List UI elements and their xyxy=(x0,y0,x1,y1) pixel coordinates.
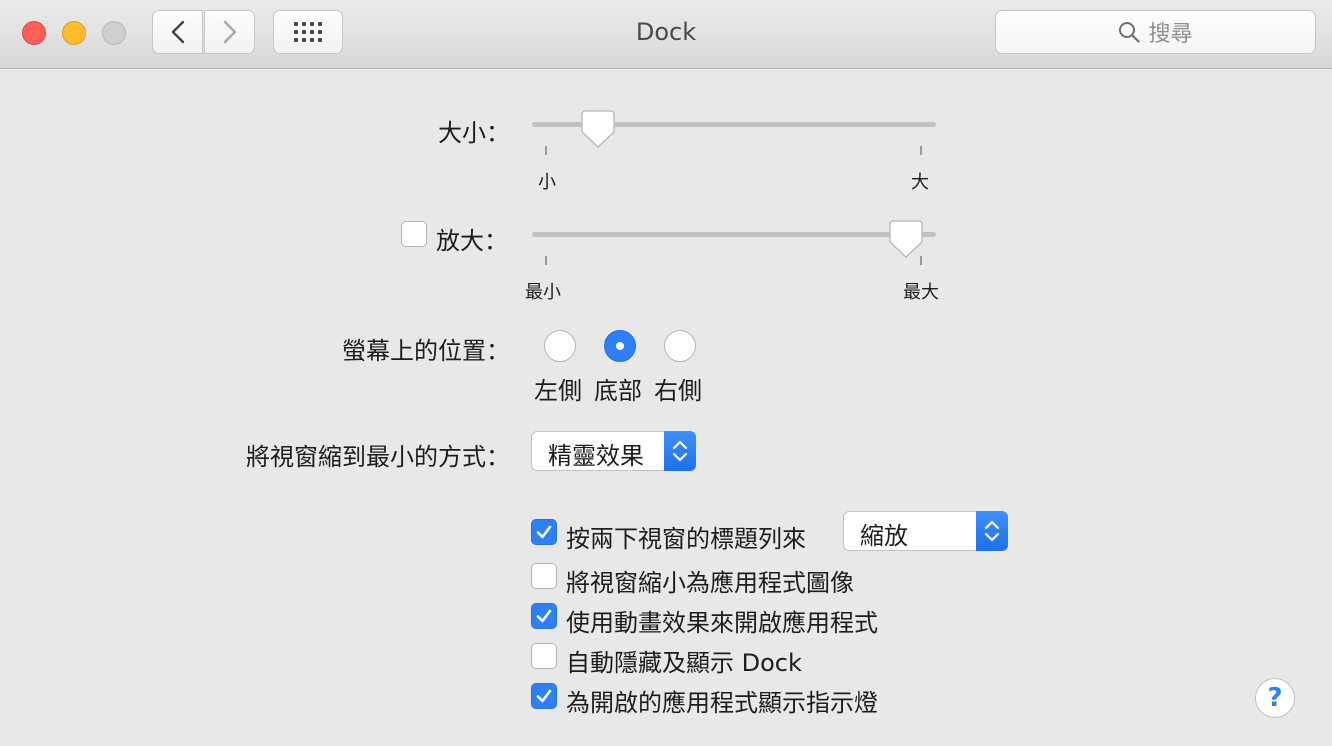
position-bottom-label: 底部 xyxy=(594,377,642,405)
search-field[interactable]: 搜尋 xyxy=(995,10,1316,54)
minimize-effect-value: 精靈效果 xyxy=(548,442,644,470)
popup-stepper-icon xyxy=(664,431,696,471)
autohide-dock-label: 自動隱藏及顯示 Dock xyxy=(566,649,802,677)
magnification-checkbox[interactable] xyxy=(401,221,427,247)
size-label: 大小： xyxy=(438,119,510,147)
popup-stepper-icon xyxy=(976,511,1008,551)
size-min-tick xyxy=(545,146,547,155)
autohide-dock-checkbox[interactable] xyxy=(531,643,557,669)
position-bottom-radio[interactable] xyxy=(604,330,636,362)
minimize-effect-label: 將視窗縮到最小的方式： xyxy=(246,443,510,471)
magnification-label: 放大： xyxy=(436,227,508,255)
minimize-into-app-icon-checkbox[interactable] xyxy=(531,563,557,589)
minimize-into-app-icon-label: 將視窗縮小為應用程式圖像 xyxy=(566,569,854,597)
magnification-max-label: 最大 xyxy=(903,282,939,303)
checkmark-icon xyxy=(536,609,552,623)
double-click-title-bar-checkbox[interactable] xyxy=(531,519,557,545)
size-max-label: 大 xyxy=(911,172,929,193)
show-indicators-checkbox[interactable] xyxy=(531,683,557,709)
double-click-action-popup[interactable]: 縮放 xyxy=(843,511,1008,551)
help-button[interactable]: ? xyxy=(1255,678,1295,718)
size-min-label: 小 xyxy=(538,172,556,193)
magnification-min-label: 最小 xyxy=(525,282,561,303)
show-indicators-label: 為開啟的應用程式顯示指示燈 xyxy=(566,689,878,717)
animate-opening-apps-checkbox[interactable] xyxy=(531,603,557,629)
position-label: 螢幕上的位置： xyxy=(342,337,510,365)
magnification-slider-track[interactable] xyxy=(532,232,936,237)
minimize-effect-popup[interactable]: 精靈效果 xyxy=(531,431,696,471)
size-slider-thumb[interactable] xyxy=(580,110,615,148)
animate-opening-apps-label: 使用動畫效果來開啟應用程式 xyxy=(566,609,878,637)
search-placeholder: 搜尋 xyxy=(1148,22,1193,47)
checkmark-icon xyxy=(536,689,552,703)
magnification-slider-thumb[interactable] xyxy=(889,220,923,258)
size-max-tick xyxy=(920,146,922,155)
double-click-title-bar-label: 按兩下視窗的標題列來 xyxy=(566,525,806,553)
magnification-min-tick xyxy=(545,256,547,265)
title-bar: Dock 搜尋 xyxy=(0,0,1332,69)
search-icon xyxy=(1119,22,1141,43)
checkmark-icon xyxy=(536,525,552,539)
position-right-radio[interactable] xyxy=(664,330,696,362)
position-left-label: 左側 xyxy=(534,377,582,405)
position-left-radio[interactable] xyxy=(544,330,576,362)
position-right-label: 右側 xyxy=(654,377,702,405)
double-click-action-value: 縮放 xyxy=(860,522,908,550)
